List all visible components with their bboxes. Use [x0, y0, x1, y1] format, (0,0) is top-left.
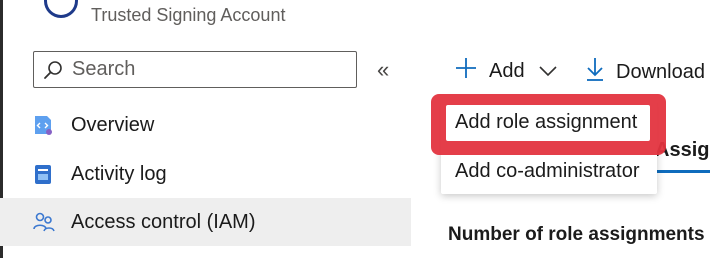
- sidebar-item-label: Overview: [71, 113, 155, 136]
- sidebar-item-activity-log[interactable]: Activity log: [0, 150, 411, 198]
- menu-item-label: Add role assignment: [455, 111, 638, 133]
- search-input[interactable]: Search: [33, 51, 357, 88]
- signing-account-logo-icon: [44, 0, 78, 18]
- overview-icon: [32, 114, 54, 136]
- search-placeholder: Search: [72, 58, 136, 80]
- activity-log-icon: [32, 163, 54, 185]
- role-assignments-count-heading: Number of role assignments: [448, 224, 705, 245]
- sidebar-item-overview[interactable]: Overview: [0, 101, 411, 149]
- tab-selected-indicator: [655, 170, 710, 173]
- download-button-label: Download: [616, 60, 705, 83]
- collapse-sidebar-button[interactable]: «: [377, 57, 389, 83]
- plus-icon: [455, 57, 477, 85]
- download-icon: [586, 57, 604, 87]
- sidebar-item-label: Access control (IAM): [71, 210, 256, 233]
- iam-icon: [32, 211, 55, 233]
- chevron-down-icon: [539, 60, 557, 83]
- resource-title: Trusted Signing Account: [91, 5, 286, 25]
- add-button-label: Add: [489, 59, 525, 82]
- add-button[interactable]: Add: [455, 57, 557, 85]
- menu-item-add-co-administrator[interactable]: Add co-administrator: [455, 160, 640, 183]
- search-icon: [34, 52, 72, 87]
- page: Trusted Signing Account Search « Overvie…: [0, 0, 710, 258]
- sidebar-item-access-control[interactable]: Access control (IAM): [0, 198, 411, 246]
- sidebar-item-label: Activity log: [71, 162, 167, 185]
- download-button[interactable]: Download: [586, 57, 705, 87]
